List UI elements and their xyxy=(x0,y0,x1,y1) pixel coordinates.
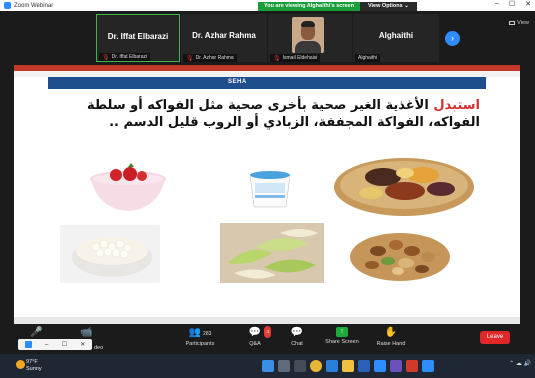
qa-badge: 4 xyxy=(264,326,271,338)
slide-text-body: الأغذية الغير صحية بأخرى صحية مثل الفواك… xyxy=(86,98,480,130)
participant-tile[interactable]: Alghaithi Alghaithi xyxy=(353,14,439,62)
share-screen-icon: ↑ xyxy=(336,327,348,337)
mail-icon[interactable] xyxy=(358,360,370,372)
slide: SEHA استبدل الأغذية الغير صحية بأخرى صحي… xyxy=(48,77,486,317)
edge-icon[interactable] xyxy=(326,360,338,372)
mini-close-icon[interactable]: ✕ xyxy=(80,341,85,348)
share-screen-button[interactable]: ↑ Share Screen xyxy=(322,327,362,345)
dried-fruit-basket-image xyxy=(333,155,475,217)
participant-tile-video[interactable]: 🎙 Ismail Eldehaisi xyxy=(268,14,352,62)
view-options-button[interactable]: View Options ⌄ xyxy=(359,2,417,11)
weather-widget[interactable]: 97°F Sunny xyxy=(26,359,42,373)
leave-button[interactable]: Leave xyxy=(480,331,510,344)
qa-icon: 💬 4 xyxy=(248,326,271,338)
chat-icon: 💬 xyxy=(290,327,304,338)
next-participants-button[interactable]: › xyxy=(445,31,460,46)
mini-minimize-icon[interactable]: – xyxy=(45,342,48,348)
file-explorer-icon[interactable] xyxy=(342,360,354,372)
participant-name: Dr. Azhar Rahma xyxy=(192,31,256,40)
participant-strip: Dr. Iffat Elbarazi 🎙 Dr. Iffat Elbarazi D… xyxy=(0,12,535,64)
participant-label: 🎙 Ismail Eldehaisi xyxy=(270,54,321,62)
raise-hand-icon: ✋ xyxy=(384,327,398,338)
share-screen-label: Share Screen xyxy=(325,339,359,345)
qa-label: Q&A xyxy=(249,341,261,347)
mini-restore-icon[interactable]: ☐ xyxy=(62,341,67,348)
chat-label: Chat xyxy=(291,341,303,347)
participant-tile[interactable]: Dr. Azhar Rahma 🎙 Dr. Azhar Rahma xyxy=(181,14,267,62)
meeting-toolbar: 🎤 📹 deo 👥 283 Participants 💬 4 Q&A 💬 Chat … xyxy=(0,324,535,354)
qa-button[interactable]: 💬 4 Q&A xyxy=(244,326,271,347)
powerpoint-icon[interactable] xyxy=(406,360,418,372)
slide-header: SEHA xyxy=(48,77,486,89)
zoom-mini-icon xyxy=(24,341,32,348)
participant-label: 🎙 Dr. Azhar Rahma xyxy=(183,54,237,62)
teams-icon[interactable] xyxy=(390,360,402,372)
viewing-message: You are viewing Alghaithi's screen xyxy=(258,2,360,11)
minimize-icon[interactable]: – xyxy=(495,0,499,8)
view-button[interactable]: View xyxy=(509,20,529,26)
participant-video xyxy=(292,17,324,53)
windows-taskbar: 97°F Sunny ⌃ ☁ 🔊 xyxy=(0,354,535,378)
participants-icon: 👥 283 xyxy=(188,327,212,338)
search-icon[interactable] xyxy=(278,360,290,372)
mini-window-controls: – ☐ ✕ xyxy=(18,339,92,350)
popcorn-bowl-image xyxy=(60,225,160,283)
zoom-logo-icon xyxy=(4,2,11,9)
task-view-icon[interactable] xyxy=(294,360,306,372)
chat-button[interactable]: 💬 Chat xyxy=(286,327,308,347)
muted-mic-icon: 🎙 xyxy=(273,55,281,62)
slide-text-highlight: استبدل xyxy=(433,98,480,113)
chrome-icon[interactable] xyxy=(310,360,322,372)
window-controls: – ☐ ✕ xyxy=(495,0,531,8)
microphone-icon: 🎤 xyxy=(30,327,43,338)
participant-label: 🎙 Dr. Iffat Elbarazi xyxy=(99,53,151,61)
right-edge xyxy=(520,65,535,324)
participant-name: Dr. Iffat Elbarazi xyxy=(107,32,169,41)
yogurt-strawberry-image xyxy=(88,159,168,214)
zoom-taskbar-icon[interactable] xyxy=(374,360,386,372)
slide-logo: SEHA xyxy=(228,79,247,85)
zoom-active-icon[interactable] xyxy=(422,360,434,372)
participant-name: Alghaithi xyxy=(378,31,414,40)
system-tray[interactable]: ⌃ ☁ 🔊 xyxy=(509,360,531,367)
muted-mic-icon: 🎙 xyxy=(186,55,194,62)
participant-label: Alghaithi xyxy=(355,54,381,62)
slide-text: استبدل الأغذية الغير صحية بأخرى صحية مثل… xyxy=(60,97,480,131)
participants-label: Participants xyxy=(185,341,215,347)
raise-hand-button[interactable]: ✋ Raise Hand xyxy=(374,327,408,347)
participant-tile[interactable]: Dr. Iffat Elbarazi 🎙 Dr. Iffat Elbarazi xyxy=(96,14,180,62)
muted-mic-icon: 🎙 xyxy=(102,54,110,61)
weather-condition: Sunny xyxy=(26,366,42,372)
start-icon[interactable] xyxy=(262,360,274,372)
apple-slices-image xyxy=(220,223,324,283)
maximize-icon[interactable]: ☐ xyxy=(509,0,515,8)
window-title: Zoom Webinar xyxy=(14,2,54,9)
mixed-nuts-image xyxy=(348,227,452,283)
weather-sun-icon xyxy=(16,360,25,369)
raise-hand-label: Raise Hand xyxy=(376,341,406,347)
yogurt-cup-image xyxy=(244,169,296,211)
slideshow-statusbar xyxy=(14,317,520,324)
video-camera-icon: 📹 xyxy=(80,327,93,338)
participants-button[interactable]: 👥 283 Participants xyxy=(178,327,222,347)
close-icon[interactable]: ✕ xyxy=(525,0,531,8)
zoom-window: Zoom Webinar – ☐ ✕ You are viewing Algha… xyxy=(0,0,535,378)
shared-screen: SEHA استبدل الأغذية الغير صحية بأخرى صحي… xyxy=(14,65,520,324)
weather-temp: 97°F xyxy=(26,359,38,365)
view-icon xyxy=(509,21,516,25)
viewing-banner: You are viewing Alghaithi's screen View … xyxy=(258,2,417,11)
